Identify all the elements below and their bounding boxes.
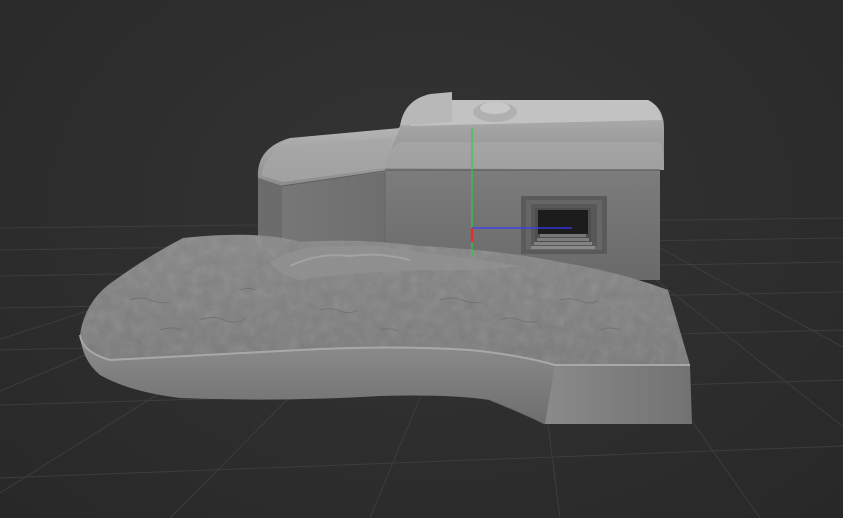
3d-viewport[interactable] [0, 0, 843, 518]
viewport-canvas[interactable] [0, 0, 843, 518]
bunker-rear-cap [400, 92, 452, 126]
bunker-embrasure [521, 196, 607, 254]
terrain-right-block [545, 365, 692, 424]
